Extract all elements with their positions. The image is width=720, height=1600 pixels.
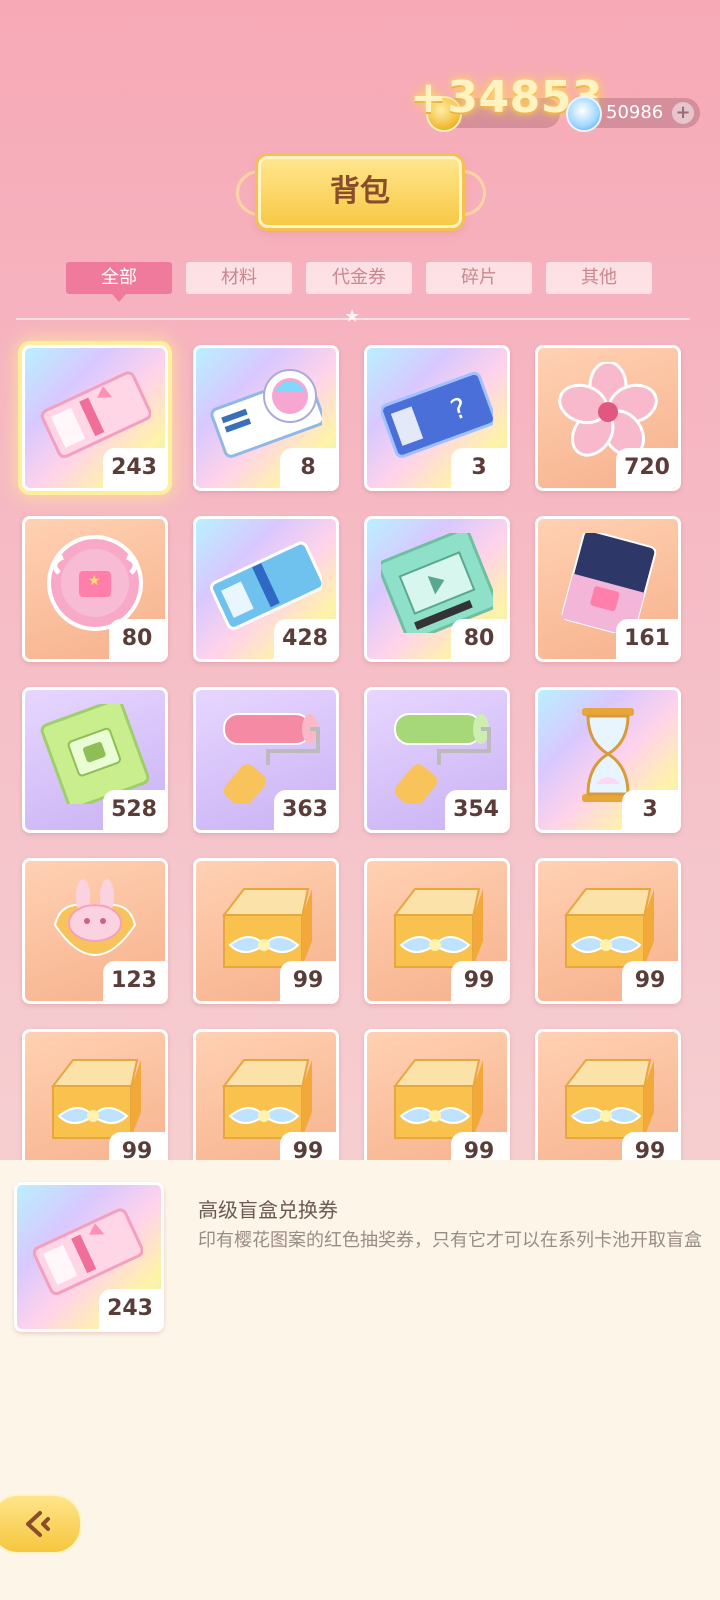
inventory-item[interactable]: 354 [364,687,510,833]
item-count: 528 [103,790,165,830]
svg-text:★: ★ [88,573,101,589]
inventory-item[interactable]: 99 [193,1029,339,1160]
inventory-item[interactable]: 123 [22,858,168,1004]
hourglass-icon [582,708,634,802]
inventory-item[interactable]: 428 [193,516,339,662]
inventory-item[interactable]: 99 [364,858,510,1004]
item-count: 99 [280,1132,336,1160]
dark-ticket-icon [561,533,657,633]
gift-box-icon [222,888,312,968]
inventory-item[interactable]: 243 [22,345,168,491]
inventory-item[interactable]: ? 3 [364,345,510,491]
inventory-item[interactable]: 3 [535,687,681,833]
item-count: 123 [103,961,165,1001]
item-count: 161 [616,619,678,659]
sakura-flower-icon [558,362,658,457]
pink-coin-icon: ★ [47,535,143,631]
bunny-pouch-icon [53,879,137,956]
back-arrow-icon [26,1511,50,1537]
inventory-grid: 243 8? 3 720 ★ 80 428 80 161 528 363 354 3 123 99 99 99 9… [0,0,720,1160]
inventory-item[interactable]: 99 [193,858,339,1004]
video-ticket-icon [381,533,493,633]
item-count: 99 [622,961,678,1001]
detail-item-icon: 243 [14,1182,164,1332]
item-count: 363 [274,790,336,830]
item-count: 99 [280,961,336,1001]
gift-box-icon [393,1059,483,1139]
item-count: 99 [451,961,507,1001]
inventory-item[interactable]: 363 [193,687,339,833]
item-count: 720 [616,448,678,488]
inventory-item[interactable]: 720 [535,345,681,491]
inventory-item[interactable]: 99 [535,1029,681,1160]
detail-item-description: 印有樱花图案的红色抽奖券，只有它才可以在系列卡池开取盲盒 [198,1230,702,1251]
item-count: 428 [274,619,336,659]
pink-ticket-icon [40,371,151,459]
item-count: 99 [451,1132,507,1160]
gift-box-icon [222,1059,312,1139]
back-button[interactable] [0,1494,82,1554]
inventory-item[interactable]: 99 [535,858,681,1004]
inventory-item[interactable]: 80 [364,516,510,662]
gift-box-icon [564,888,654,968]
item-count: 243 [103,448,165,488]
inventory-item[interactable]: 99 [22,1029,168,1160]
item-count: 80 [451,619,507,659]
mystery-ticket-icon: ? [381,371,493,458]
item-count: 3 [622,790,678,830]
item-count: 80 [109,619,165,659]
green-ticket-icon [40,704,150,804]
gift-box-icon [51,1059,141,1139]
green-roller-icon [394,713,491,804]
blue-ticket-icon [210,541,322,630]
detail-item-name: 高级盲盒兑换券 [198,1198,338,1222]
gift-box-icon [564,1059,654,1139]
item-count: 99 [622,1132,678,1160]
gift-box-icon [393,888,483,968]
pink-ticket-icon [32,1208,143,1296]
inventory-item[interactable]: 99 [364,1029,510,1160]
item-count: 99 [109,1132,165,1160]
item-count: 3 [451,448,507,488]
pink-roller-icon [223,713,320,804]
inventory-item[interactable]: 8 [193,345,339,491]
avatar-ticket-icon [210,369,322,458]
detail-count: 243 [99,1289,161,1329]
item-count: 8 [280,448,336,488]
inventory-item[interactable]: 161 [535,516,681,662]
inventory-item[interactable]: 528 [22,687,168,833]
item-count: 354 [445,790,507,830]
inventory-item[interactable]: ★ 80 [22,516,168,662]
